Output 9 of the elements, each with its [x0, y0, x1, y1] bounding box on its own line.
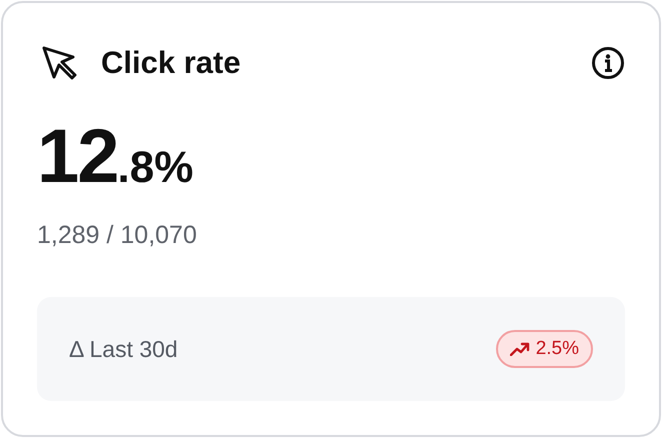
metric-fraction: .8%: [118, 146, 194, 190]
trend-up-icon: [510, 342, 530, 356]
metric-value: 12: [37, 119, 118, 195]
change-value: 2.5%: [536, 336, 579, 361]
cursor-icon: [41, 45, 77, 81]
card-title: Click rate: [101, 44, 241, 82]
info-icon[interactable]: [591, 46, 625, 80]
comparison-label: Δ Last 30d: [69, 334, 178, 364]
metric-detail: 1,289 / 10,070: [37, 220, 198, 251]
